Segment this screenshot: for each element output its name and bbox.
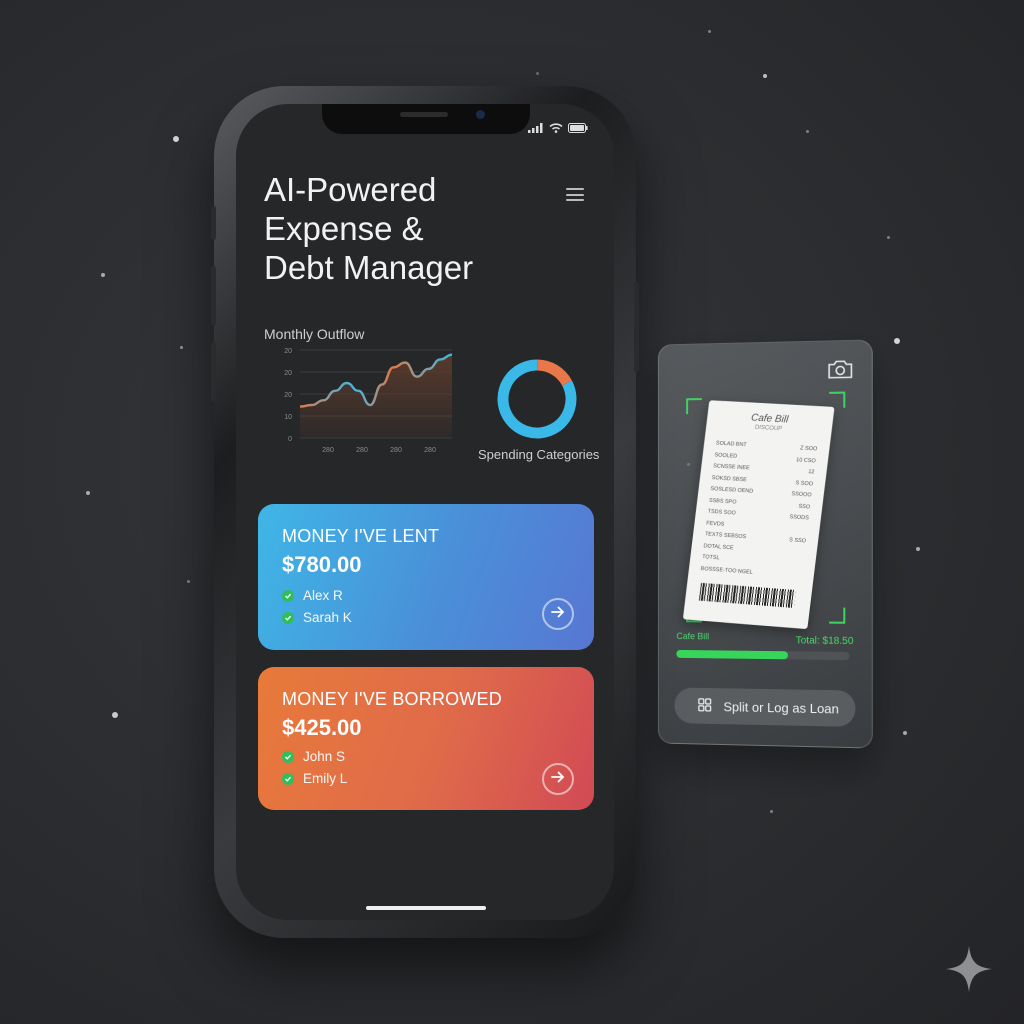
scan-corner [686, 398, 702, 415]
check-circle-icon [282, 750, 294, 763]
receipt-item-price [803, 561, 804, 567]
borrowed-person-name: John S [303, 749, 346, 764]
phone-frame: AI-Powered Expense & Debt Manager Monthl… [211, 86, 639, 938]
y-tick-label: 0 [288, 436, 292, 443]
lent-person-item: Alex R [282, 588, 343, 603]
check-circle-icon [282, 589, 294, 602]
grid-icon [698, 697, 712, 714]
lent-person-name: Sarah K [303, 610, 352, 625]
y-tick-label: 20 [284, 392, 292, 399]
x-tick-label: 280 [424, 447, 436, 454]
receipt-line-item: SOLAD BNT Z SOO [716, 440, 818, 452]
scan-corner [829, 607, 846, 624]
receipt-line-item: TOTSL [702, 554, 804, 567]
receipt-item-name: SCNSSE INEE [712, 463, 750, 472]
money-borrowed-card[interactable]: MONEY I'VE BORROWED $425.00 John S Emily… [258, 667, 594, 810]
receipt-item-name: SOKSD SBSE [711, 474, 748, 483]
front-camera [476, 110, 485, 119]
donut-slice [497, 359, 577, 439]
receipt-line-item: BOSSSE-TOO NGEL [700, 565, 802, 578]
arrow-right-icon [551, 770, 565, 788]
borrowed-person-item: John S [282, 749, 345, 764]
lent-details-button[interactable] [542, 598, 574, 630]
receipt-item-name: SOLAD BNT [715, 440, 748, 449]
scan-progress-bar [676, 649, 850, 661]
arrow-right-icon [551, 605, 565, 623]
scanned-receipt: Cafe Bill DISCOUP SOLAD BNT Z SOO SOOLED 10… [682, 400, 835, 630]
receipt-item-price: SSODS [789, 514, 810, 522]
app-title: AI-Powered Expense & Debt Manager [264, 171, 474, 286]
home-indicator[interactable] [366, 906, 486, 910]
receipt-barcode [698, 582, 796, 608]
lent-person-name: Alex R [303, 588, 343, 603]
receipt-scanner-card: Cafe Bill DISCOUP SOLAD BNT Z SOO SOOLED 10… [657, 339, 873, 749]
x-tick-label: 280 [356, 447, 368, 454]
receipt-line-item: TEXTS SEBSOS S SSO [705, 531, 807, 544]
receipt-line-item: FEVDS [706, 520, 808, 533]
check-circle-icon [282, 611, 294, 624]
money-lent-amount: $780.00 [282, 552, 362, 577]
receipt-line-item: TSDS SOO SSODS [707, 509, 809, 522]
check-circle-icon [282, 772, 294, 785]
split-button-label: Split or Log as Loan [723, 698, 839, 716]
receipt-item-name: SOSLESD OEND [710, 485, 754, 495]
spending-categories-donut [497, 359, 577, 439]
phone-screen: AI-Powered Expense & Debt Manager Monthl… [236, 104, 614, 920]
y-tick-label: 20 [284, 348, 292, 355]
receipt-item-name: DOTAL SCE [703, 542, 734, 551]
receipt-item-price [807, 527, 808, 533]
receipt-item-price: 12 [807, 469, 815, 476]
receipt-item-name: TOTSL [701, 554, 720, 562]
receipt-line-item: SOSLESD OEND SSOOO [710, 486, 812, 498]
chart-title-spending-categories: Spending Categories [478, 447, 600, 462]
receipt-item-name: SSBS SPO [708, 497, 737, 506]
y-tick-label: 20 [284, 370, 292, 377]
signal-icon [528, 120, 544, 138]
money-lent-card[interactable]: MONEY I'VE LENT $780.00 Alex R Sarah K [258, 504, 594, 650]
hamburger-menu-icon[interactable] [566, 188, 584, 201]
receipt-item-price [801, 573, 802, 579]
receipt-item-price: S SSO [788, 537, 807, 545]
receipt-line-item: SCNSSE INEE 12 [713, 463, 815, 475]
scanned-total-label: Total: $18.50 [795, 635, 854, 648]
receipt-item-name: FEVDS [705, 520, 725, 528]
money-borrowed-amount: $425.00 [282, 715, 362, 740]
receipt-item-price [804, 550, 805, 556]
receipt-item-name: SOOLED [714, 451, 738, 460]
notch [322, 104, 530, 134]
receipt-line-item: SOOLED 10 CSO [714, 452, 816, 464]
y-tick-label: 10 [284, 414, 292, 421]
borrowed-person-name: Emily L [303, 771, 348, 786]
borrowed-details-button[interactable] [542, 763, 574, 795]
receipt-item-name: TEXTS SEBSOS [704, 531, 747, 541]
money-borrowed-label: MONEY I'VE BORROWED [282, 689, 502, 709]
battery-icon [568, 120, 588, 138]
split-or-log-loan-button[interactable]: Split or Log as Loan [674, 687, 856, 727]
scan-progress-fill [676, 649, 789, 660]
x-tick-label: 280 [390, 447, 402, 454]
receipt-item-price: S SOO [795, 479, 814, 487]
camera-icon[interactable] [827, 359, 853, 385]
borrowed-person-item: Emily L [282, 771, 347, 786]
lent-person-item: Sarah K [282, 610, 352, 625]
x-tick-label: 280 [322, 447, 334, 454]
monthly-outflow-chart: 20 20 20 10 0 280 280 280 280 [284, 348, 453, 454]
sparkle-icon [944, 944, 994, 999]
receipt-line-item: SOKSD SBSE S SOO [711, 475, 813, 487]
scanned-bill-label: Cafe Bill [676, 631, 710, 642]
receipt-item-price: 10 CSO [795, 456, 817, 464]
status-bar [528, 120, 588, 138]
receipt-item-name: BOSSSE-TOO NGEL [700, 565, 754, 576]
receipt-line-item: SSBS SPO SSO [709, 497, 811, 510]
money-lent-label: MONEY I'VE LENT [282, 526, 440, 546]
receipt-item-name: TSDS SOO [707, 508, 736, 517]
receipt-item-price: SSOOO [791, 491, 812, 499]
wifi-icon [549, 120, 563, 138]
receipt-item-price: Z SOO [799, 445, 818, 453]
scan-corner [829, 391, 846, 408]
receipt-line-item: DOTAL SCE [703, 543, 805, 556]
receipt-item-price: SSO [798, 503, 811, 510]
